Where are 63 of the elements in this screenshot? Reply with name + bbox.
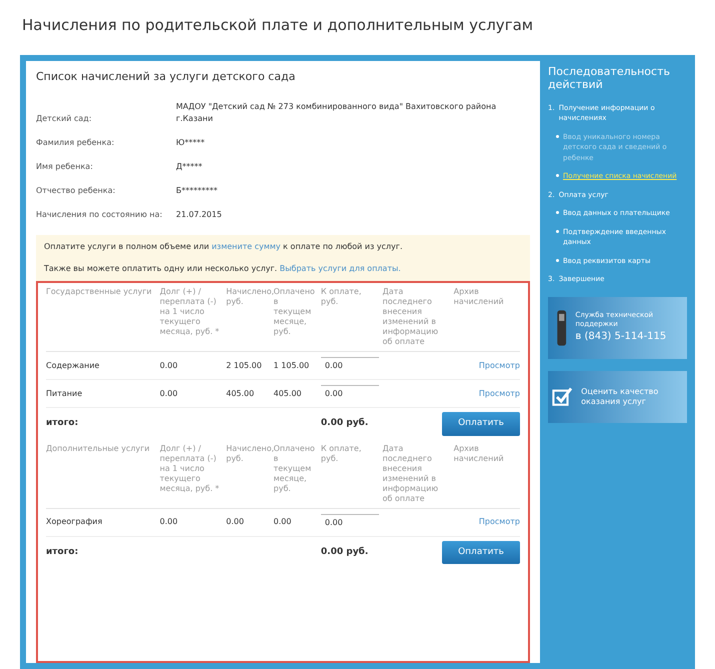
column-header: К оплате, руб. bbox=[320, 444, 362, 465]
amount-input[interactable]: 0.00 bbox=[320, 385, 378, 402]
notice-link[interactable]: измените сумму bbox=[212, 242, 281, 251]
notice-text: Также вы можете оплатить одну или несколько услуг. Выбрать услуги для оплаты. bbox=[44, 263, 402, 275]
table-cell-text: 1 105.00 bbox=[274, 360, 310, 372]
field-value: Б********* bbox=[176, 185, 218, 197]
column-header: Долг (+) / переплата (-) на 1 число текущего месяца, руб. * bbox=[160, 444, 220, 495]
table-cell-text: 2 105.00 bbox=[226, 360, 263, 372]
table-cell-text: 0.00 bbox=[160, 388, 179, 400]
bullet-icon bbox=[556, 134, 559, 138]
column-header: Дата последнего внесения изменений в информацию об оплате bbox=[382, 287, 440, 347]
field-label: Детский сад: bbox=[36, 113, 93, 125]
table-cell-text: 405.00 bbox=[226, 388, 256, 400]
table-cell-text: 405.00 bbox=[274, 388, 302, 400]
field-value: Ю***** bbox=[176, 137, 205, 149]
pay-button[interactable]: Оплатить bbox=[442, 412, 520, 436]
table-cell-text: Питание bbox=[46, 388, 84, 400]
table-cell-text: 0.00 bbox=[160, 516, 179, 528]
column-header: Начислено, руб. bbox=[226, 444, 274, 465]
page-title: Начисления по родительской плате и дополнительным услугам bbox=[21, 15, 534, 36]
table-cell-text: 0.00 bbox=[274, 516, 292, 528]
column-header: Оплачено в текущем месяце, руб. bbox=[274, 444, 316, 495]
sidebar-title: Последовательность действий bbox=[548, 64, 671, 90]
field-label: Фамилия ребенка: bbox=[36, 137, 116, 149]
card-title: Список начислений за услуги детского сада bbox=[36, 68, 296, 84]
table-cell-text: 0.00 bbox=[226, 516, 245, 528]
support-phone: в (843) 5-114-115 bbox=[575, 330, 668, 344]
rating-banner[interactable]: Оценить качество оказания услуг bbox=[548, 370, 687, 422]
field-value: 21.07.2015 bbox=[176, 209, 222, 221]
column-header: Долг (+) / переплата (-) на 1 число текущего месяца, руб. * bbox=[160, 287, 220, 338]
total-label: итого: bbox=[46, 546, 80, 558]
field-value: МАДОУ "Детский сад № 273 комбинированного вида" Вахитовского района г.Казани bbox=[176, 101, 498, 125]
column-header: Оплачено в текущем месяце, руб. bbox=[274, 287, 316, 338]
pay-button[interactable]: Оплатить bbox=[442, 540, 520, 564]
view-link[interactable]: Просмотр bbox=[454, 360, 520, 372]
notice-link[interactable]: Выбрать услуги для оплаты. bbox=[280, 264, 401, 273]
column-header: Архив начислений bbox=[454, 444, 505, 464]
view-link[interactable]: Просмотр bbox=[454, 388, 520, 400]
table-cell-text: 0.00 bbox=[160, 360, 179, 372]
field-label: Начисления по состоянию на: bbox=[36, 209, 164, 221]
column-header: Архив начислений bbox=[454, 287, 505, 308]
total-label: итого: bbox=[46, 417, 80, 430]
bullet-icon bbox=[556, 258, 559, 262]
column-header: Дополнительные услуги bbox=[46, 444, 151, 455]
bullet-icon bbox=[556, 211, 559, 214]
column-header: Дата последнего внесения изменений в информацию об оплате bbox=[382, 444, 440, 504]
field-label: Отчество ребенка: bbox=[36, 185, 116, 197]
column-header: Начислено, руб. bbox=[226, 287, 274, 308]
field-value: Д***** bbox=[176, 161, 202, 173]
total-amount: 0.00 руб. bbox=[320, 417, 370, 430]
bullet-icon bbox=[556, 174, 559, 177]
column-header: К оплате, руб. bbox=[320, 287, 362, 308]
total-amount: 0.00 руб. bbox=[320, 546, 370, 558]
notice-text: Оплатите услуги в полном объеме или измените сумму к оплате по любой из услуг. bbox=[44, 241, 404, 253]
view-link[interactable]: Просмотр bbox=[454, 516, 520, 528]
table-cell-text: Хореография bbox=[46, 516, 104, 528]
amount-input[interactable]: 0.00 bbox=[320, 357, 378, 374]
field-label: Имя ребенка: bbox=[36, 161, 94, 173]
column-header: Государственные услуги bbox=[46, 287, 153, 298]
rating-text: Оценить качество оказания услуг bbox=[581, 386, 660, 406]
table-cell-text: Содержание bbox=[46, 360, 100, 372]
bullet-icon bbox=[556, 230, 559, 232]
amount-input[interactable]: 0.00 bbox=[320, 514, 378, 530]
